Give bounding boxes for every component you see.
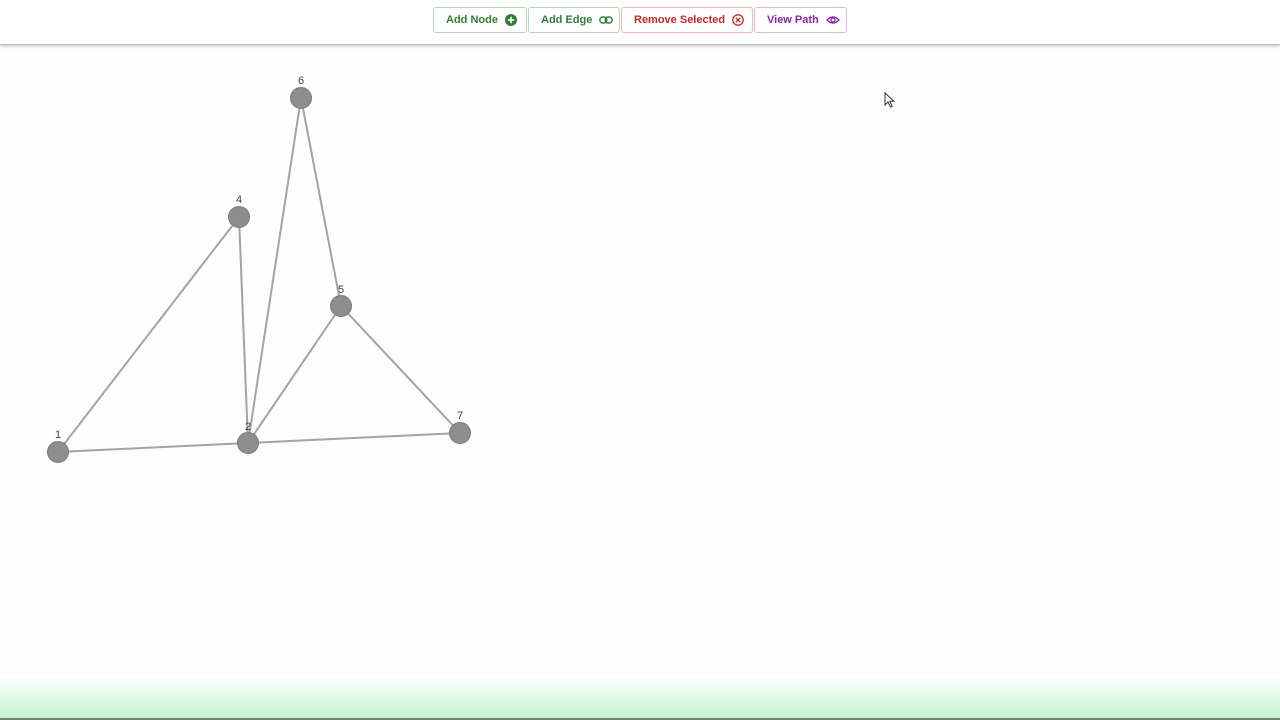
add-node-label: Add Node [446,14,498,26]
graph-edge-1-2[interactable] [57,442,249,453]
graph-svg[interactable]: 1 2 4 5 6 7 [0,45,1280,675]
graph-edge-2-7[interactable] [247,432,461,444]
footer-bar [0,675,1280,720]
link-icon [599,15,614,25]
graph-node-label: 5 [338,284,344,296]
toolbar-button-group: Add Node Add Edge Remove Selected View P… [433,7,847,33]
add-edge-label: Add Edge [541,14,593,26]
view-path-button[interactable]: View Path [754,7,847,33]
add-node-button[interactable]: Add Node [433,7,527,33]
graph-node-circle[interactable] [290,87,312,109]
remove-selected-label: Remove Selected [634,14,726,26]
graph-node-4[interactable]: 4 [228,194,250,228]
graph-node-circle[interactable] [47,441,69,463]
view-path-label: View Path [767,14,819,26]
nodes-layer: 1 2 4 5 6 7 [47,75,471,463]
edges-layer [57,97,461,453]
graph-node-circle[interactable] [228,206,250,228]
graph-edge-5-7[interactable] [340,305,461,434]
graph-node-circle[interactable] [330,295,352,317]
graph-node-circle[interactable] [449,422,471,444]
plus-circle-icon [504,14,517,26]
graph-edge-4-2[interactable] [238,216,249,444]
graph-edge-5-2[interactable] [247,305,342,444]
toolbar: Add Node Add Edge Remove Selected View P… [0,0,1280,45]
graph-node-2[interactable]: 2 [237,421,259,454]
graph-node-label: 7 [457,410,463,422]
graph-node-5[interactable]: 5 [330,284,352,317]
eye-icon [825,15,840,25]
mouse-pointer-icon [884,91,896,113]
add-edge-button[interactable]: Add Edge [528,7,620,33]
remove-selected-button[interactable]: Remove Selected [621,7,753,33]
graph-node-7[interactable]: 7 [449,410,471,444]
graph-edge-1-4[interactable] [57,216,240,453]
graph-edge-6-2[interactable] [247,97,302,444]
x-circle-icon [732,14,744,26]
graph-node-label: 4 [236,194,242,206]
graph-node-label: 6 [298,75,304,87]
graph-node-6[interactable]: 6 [290,75,312,109]
graph-edge-6-5[interactable] [300,97,342,307]
graph-node-1[interactable]: 1 [47,429,69,463]
graph-node-circle[interactable] [237,432,259,454]
graph-node-label: 2 [245,421,251,433]
graph-canvas[interactable]: 1 2 4 5 6 7 [0,45,1280,675]
graph-node-label: 1 [55,429,61,441]
